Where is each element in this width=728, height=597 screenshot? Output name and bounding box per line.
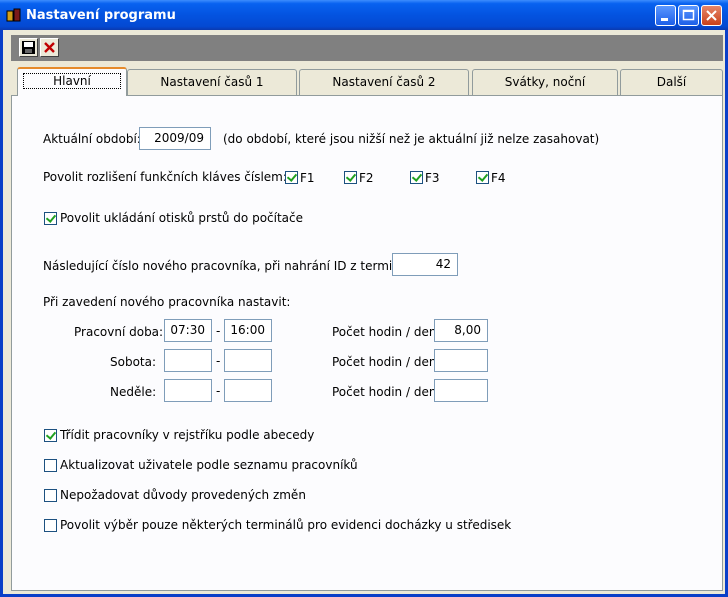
f4-checkbox[interactable] bbox=[476, 171, 489, 184]
maximize-button[interactable] bbox=[678, 5, 699, 26]
period-label: Aktuální období: bbox=[43, 132, 141, 146]
f1-checkbox[interactable] bbox=[285, 171, 298, 184]
select-terminals-label: Povolit výběr pouze některých terminálů … bbox=[60, 518, 512, 532]
close-button[interactable] bbox=[701, 5, 722, 26]
tab-label: Další bbox=[656, 75, 687, 89]
tab-main[interactable]: Hlavní bbox=[17, 67, 127, 96]
update-users-checkbox[interactable] bbox=[44, 459, 57, 472]
saturday-hours-label: Počet hodin / den: bbox=[332, 355, 441, 369]
title-bar[interactable]: Nastavení programu bbox=[0, 0, 728, 30]
tab-label: Hlavní bbox=[23, 73, 121, 89]
next-id-label: Následující číslo nového pracovníka, při… bbox=[43, 259, 423, 273]
minimize-icon bbox=[661, 18, 668, 21]
no-change-reasons-checkbox[interactable] bbox=[44, 489, 57, 502]
app-icon bbox=[6, 8, 21, 22]
fingerprints-checkbox[interactable] bbox=[44, 212, 57, 225]
saturday-label: Sobota: bbox=[110, 355, 157, 369]
f2-checkbox[interactable] bbox=[344, 171, 357, 184]
f2-label: F2 bbox=[359, 171, 374, 185]
sunday-to-input[interactable] bbox=[224, 379, 272, 402]
fingerprints-label: Povolit ukládání otisků prstů do počítač… bbox=[60, 211, 304, 225]
cross-icon bbox=[44, 42, 55, 53]
toolbar bbox=[11, 35, 723, 61]
period-input[interactable]: 2009/09 bbox=[139, 127, 211, 150]
minimize-button[interactable] bbox=[655, 5, 676, 26]
f3-checkbox[interactable] bbox=[410, 171, 423, 184]
f1-label: F1 bbox=[300, 171, 315, 185]
window-title: Nastavení programu bbox=[26, 8, 176, 23]
sunday-hours-label: Počet hodin / den: bbox=[332, 385, 441, 399]
work-time-to-input[interactable]: 16:00 bbox=[224, 319, 272, 342]
sunday-hours-input[interactable] bbox=[434, 379, 488, 402]
next-id-input[interactable]: 42 bbox=[392, 253, 458, 276]
work-hours-input[interactable]: 8,00 bbox=[434, 319, 488, 342]
cancel-button[interactable] bbox=[40, 38, 59, 57]
f4-label: F4 bbox=[491, 171, 506, 185]
sort-workers-label: Třídit pracovníky v rejstříku podle abec… bbox=[60, 428, 315, 442]
settings-window: Nastavení programu Hlavní Nastavení časů… bbox=[0, 0, 728, 597]
fkeys-label: Povolit rozlišení funkčních kláves čísle… bbox=[43, 170, 287, 184]
saturday-hours-input[interactable] bbox=[434, 349, 488, 372]
tab-times-1[interactable]: Nastavení časů 1 bbox=[127, 69, 297, 95]
sunday-from-input[interactable] bbox=[164, 379, 212, 402]
tab-label: Nastavení časů 2 bbox=[332, 75, 436, 89]
save-button[interactable] bbox=[19, 38, 38, 57]
tab-times-2[interactable]: Nastavení časů 2 bbox=[299, 69, 469, 95]
period-note: (do období, které jsou nižší než je aktu… bbox=[223, 132, 600, 146]
tab-panel-main: Aktuální období: 2009/09 (do období, kte… bbox=[11, 95, 723, 591]
dash: - bbox=[216, 324, 221, 338]
tab-control: Hlavní Nastavení časů 1 Nastavení časů 2… bbox=[11, 64, 723, 591]
saturday-from-input[interactable] bbox=[164, 349, 212, 372]
f3-label: F3 bbox=[425, 171, 440, 185]
work-time-label: Pracovní doba: bbox=[74, 325, 164, 339]
update-users-label: Aktualizovat uživatele podle seznamu pra… bbox=[60, 458, 358, 472]
dash: - bbox=[216, 384, 221, 398]
new-worker-heading: Při zavedení nového pracovníka nastavit: bbox=[43, 295, 291, 309]
close-icon bbox=[706, 10, 717, 21]
tab-label: Nastavení časů 1 bbox=[160, 75, 264, 89]
work-hours-label: Počet hodin / den: bbox=[332, 325, 441, 339]
tab-holidays-night[interactable]: Svátky, noční bbox=[472, 69, 618, 95]
no-change-reasons-label: Nepožadovat důvody provedených změn bbox=[60, 488, 306, 502]
select-terminals-checkbox[interactable] bbox=[44, 519, 57, 532]
tab-label: Svátky, noční bbox=[504, 75, 586, 89]
tab-other[interactable]: Další bbox=[620, 69, 723, 95]
saturday-to-input[interactable] bbox=[224, 349, 272, 372]
maximize-icon bbox=[682, 9, 695, 21]
dash: - bbox=[216, 354, 221, 368]
floppy-icon bbox=[22, 41, 35, 54]
work-time-from-input[interactable]: 07:30 bbox=[164, 319, 212, 342]
sort-workers-checkbox[interactable] bbox=[44, 429, 57, 442]
sunday-label: Neděle: bbox=[110, 385, 157, 399]
